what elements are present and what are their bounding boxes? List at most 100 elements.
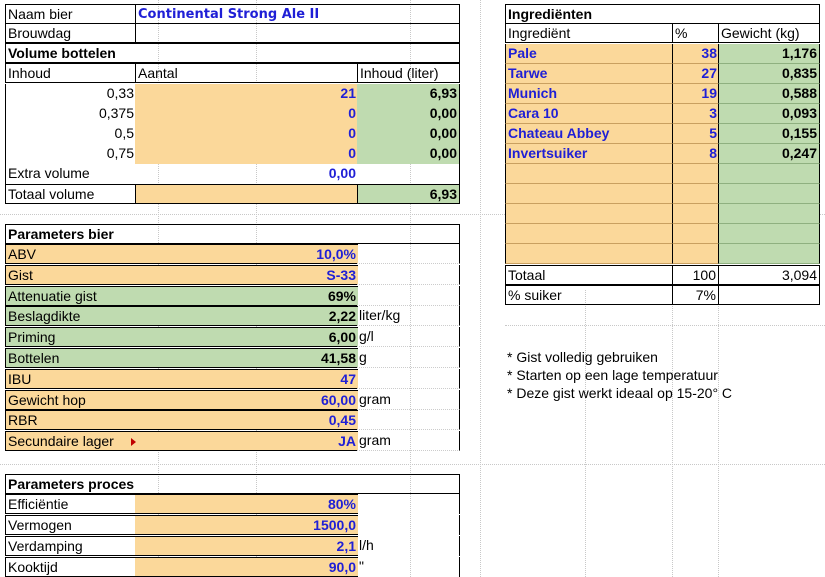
col-liter-header: Inhoud (liter) bbox=[357, 63, 460, 83]
totaal-volume-aantal bbox=[135, 184, 358, 204]
volume-row-inhoud: 0,375 bbox=[5, 104, 136, 124]
totaal-volume-label: Totaal volume bbox=[5, 184, 136, 204]
volume-row-liter: 0,00 bbox=[357, 124, 460, 144]
ingredient-kg bbox=[718, 184, 820, 204]
bier-row-unit: g bbox=[357, 348, 460, 368]
volume-row-aantal-input[interactable]: 0 bbox=[135, 104, 358, 124]
ingredient-name-input[interactable]: Invertsuiker bbox=[505, 144, 673, 164]
note-3: * Deze gist werkt ideaal op 15-20° C bbox=[507, 385, 733, 401]
bier-row-value: 41,58 bbox=[135, 348, 358, 368]
bier-row-value[interactable]: JA bbox=[135, 431, 358, 452]
bier-row-label: Gist bbox=[5, 264, 136, 285]
bier-row-value[interactable]: S-33 bbox=[135, 264, 358, 285]
ingredient-pct-input[interactable] bbox=[672, 224, 719, 244]
proces-row-value[interactable]: 90,0 bbox=[135, 557, 358, 577]
bier-row-value: 69% bbox=[135, 285, 358, 306]
bier-row-unit bbox=[357, 244, 460, 264]
bier-row-label: Attenuatie gist bbox=[5, 285, 136, 306]
ingredient-name-input[interactable]: Tarwe bbox=[505, 64, 673, 84]
ingredient-pct-input[interactable]: 27 bbox=[672, 64, 719, 84]
volume-row-liter: 6,93 bbox=[357, 84, 460, 104]
bier-row-label: RBR bbox=[5, 410, 136, 431]
note-2: * Starten op een lage temperatuur bbox=[507, 367, 718, 383]
bier-row-value: 6,00 bbox=[135, 327, 358, 348]
ingredient-name-input[interactable] bbox=[505, 204, 673, 224]
ingredient-kg: 0,588 bbox=[718, 84, 820, 104]
bier-row-label: IBU bbox=[5, 368, 136, 389]
bier-row-unit bbox=[357, 285, 460, 306]
ingredient-name-input[interactable] bbox=[505, 184, 673, 204]
proces-row-unit: l/h bbox=[357, 536, 460, 556]
bier-row-unit bbox=[357, 410, 460, 431]
totaal-pct: 100 bbox=[672, 265, 719, 285]
proces-row-label: Verdamping bbox=[5, 536, 136, 556]
col-ingredient-header: Ingrediënt bbox=[505, 23, 673, 43]
proces-row-label: Kooktijd bbox=[5, 557, 136, 577]
comment-marker-icon[interactable] bbox=[131, 438, 136, 446]
ingredient-kg bbox=[718, 204, 820, 224]
bier-row-value[interactable]: 0,45 bbox=[135, 410, 358, 431]
col-pct-header: % bbox=[672, 23, 719, 43]
bier-row-unit bbox=[357, 368, 460, 389]
bier-row-unit: g/l bbox=[357, 327, 460, 348]
brouwdag-input[interactable] bbox=[135, 23, 460, 43]
bier-row-label: Gewicht hop bbox=[5, 389, 136, 410]
proces-row-value[interactable]: 80% bbox=[135, 494, 358, 514]
col-gewicht-header: Gewicht (kg) bbox=[718, 23, 820, 43]
volume-row-inhoud: 0,33 bbox=[5, 84, 136, 104]
ingredient-kg: 1,176 bbox=[718, 44, 820, 64]
ingredient-kg: 0,093 bbox=[718, 104, 820, 124]
ingredient-name-input[interactable]: Cara 10 bbox=[505, 104, 673, 124]
bier-row-label: ABV bbox=[5, 244, 136, 264]
ingredienten-title: Ingrediënten bbox=[505, 4, 820, 24]
bier-row-label: Priming bbox=[5, 327, 136, 348]
totaal-kg: 3,094 bbox=[718, 265, 820, 285]
ingredient-name-input[interactable] bbox=[505, 164, 673, 184]
ingredient-name-input[interactable]: Chateau Abbey bbox=[505, 124, 673, 144]
proces-row-value[interactable]: 2,1 bbox=[135, 536, 358, 556]
bier-row-unit: liter/kg bbox=[357, 306, 460, 327]
ingredient-kg: 0,835 bbox=[718, 64, 820, 84]
proces-row-unit: " bbox=[357, 557, 460, 577]
col-inhoud-header: Inhoud bbox=[5, 63, 136, 83]
bier-row-value[interactable]: 10,0% bbox=[135, 244, 358, 264]
bier-row-unit: gram bbox=[357, 389, 460, 410]
extra-volume-input[interactable]: 0,00 bbox=[135, 164, 358, 184]
bier-row-label: Beslagdikte bbox=[5, 306, 136, 327]
volume-row-liter: 0,00 bbox=[357, 144, 460, 164]
bier-row-value[interactable]: 60,00 bbox=[135, 389, 358, 410]
proces-row-unit bbox=[357, 515, 460, 535]
ingredient-kg bbox=[718, 164, 820, 184]
col-aantal-header: Aantal bbox=[135, 63, 358, 83]
proces-row-label: Efficiëntie bbox=[5, 494, 136, 514]
proces-row-value[interactable]: 1500,0 bbox=[135, 515, 358, 535]
ingredient-name-input[interactable] bbox=[505, 244, 673, 264]
volume-section-title: Volume bottelen bbox=[5, 43, 460, 63]
ingredient-name-input[interactable] bbox=[505, 224, 673, 244]
volume-row-aantal-input[interactable]: 21 bbox=[135, 84, 358, 104]
ingredient-pct-input[interactable]: 8 bbox=[672, 144, 719, 164]
bier-row-unit bbox=[357, 264, 460, 285]
volume-row-aantal-input[interactable]: 0 bbox=[135, 144, 358, 164]
volume-row-aantal-input[interactable]: 0 bbox=[135, 124, 358, 144]
naam-bier-label: Naam bier bbox=[5, 4, 136, 24]
bier-row-label: Secundaire lager bbox=[5, 431, 136, 452]
ingredient-pct-input[interactable] bbox=[672, 204, 719, 224]
ingredient-kg: 0,247 bbox=[718, 144, 820, 164]
ingredient-pct-input[interactable]: 19 bbox=[672, 84, 719, 104]
ingredient-pct-input[interactable]: 5 bbox=[672, 124, 719, 144]
bier-row-unit: gram bbox=[357, 431, 460, 452]
extra-volume-empty bbox=[357, 164, 460, 184]
proces-row-label: Vermogen bbox=[5, 515, 136, 535]
proces-row-unit bbox=[357, 494, 460, 514]
ingredient-pct-input[interactable] bbox=[672, 244, 719, 264]
ingredient-name-input[interactable]: Pale bbox=[505, 44, 673, 64]
bier-row-value[interactable]: 47 bbox=[135, 368, 358, 389]
ingredient-name-input[interactable]: Munich bbox=[505, 84, 673, 104]
ingredient-pct-input[interactable] bbox=[672, 184, 719, 204]
ingredient-pct-input[interactable] bbox=[672, 164, 719, 184]
ingredient-pct-input[interactable]: 3 bbox=[672, 104, 719, 124]
ingredient-pct-input[interactable]: 38 bbox=[672, 44, 719, 64]
bier-row-value: 2,22 bbox=[135, 306, 358, 327]
naam-bier-input[interactable]: Continental Strong Ale II bbox=[135, 4, 460, 24]
